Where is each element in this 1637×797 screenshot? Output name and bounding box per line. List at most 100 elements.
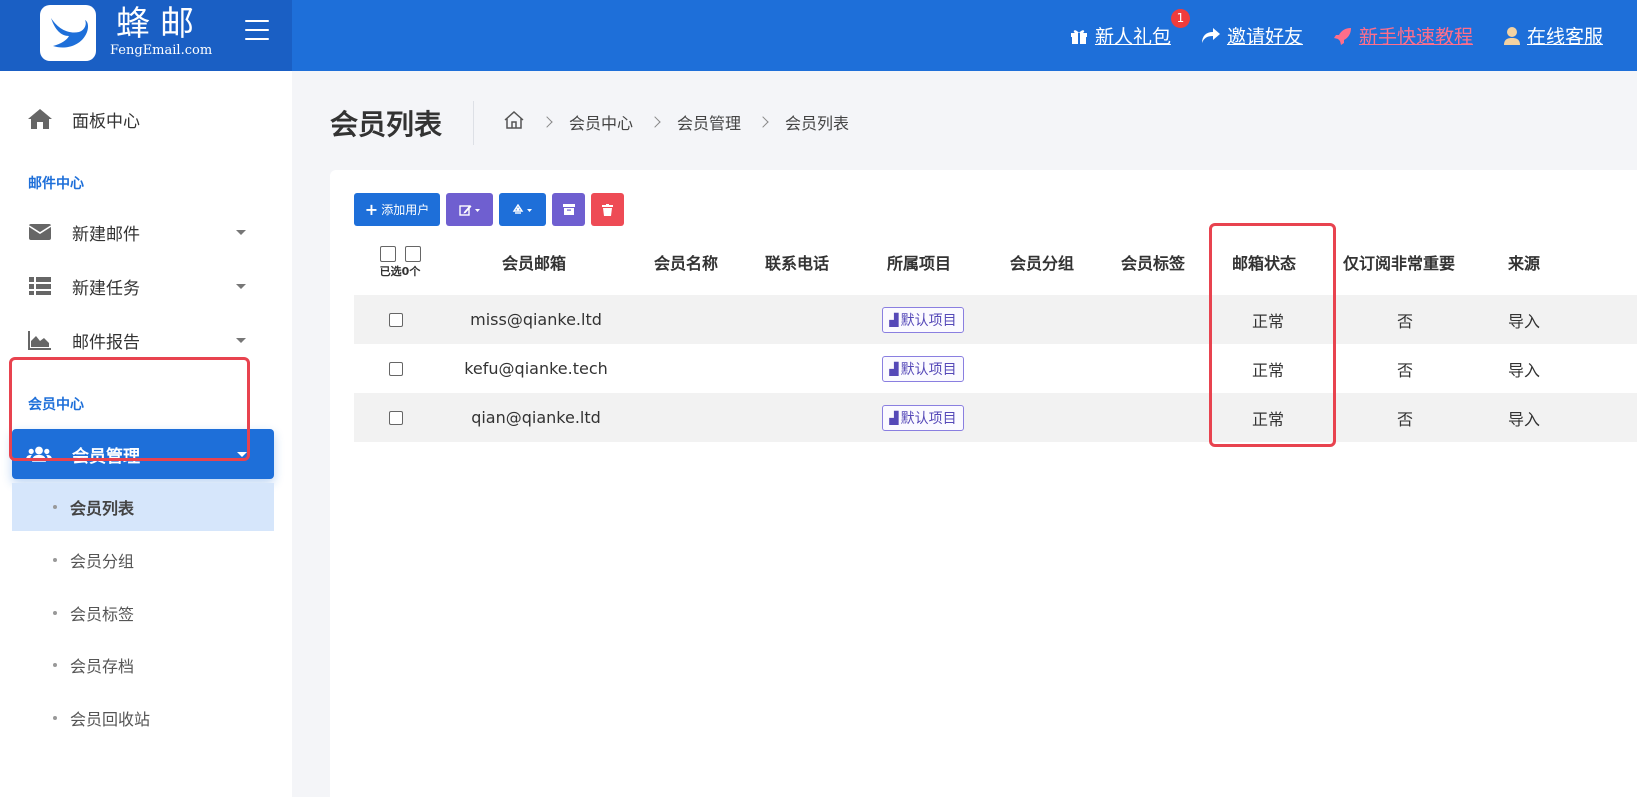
sidebar-sub-label: 会员列表 — [70, 499, 135, 518]
edit-dropdown-button[interactable] — [446, 193, 493, 226]
project-tag[interactable]: ▟ 默认项目 — [882, 355, 964, 382]
column-header-group[interactable]: 会员分组 — [1010, 250, 1074, 274]
cubes-icon: ▟ — [889, 361, 899, 376]
sidebar-sub-member-recycle[interactable]: 会员回收站 — [12, 694, 274, 742]
top-bar: 蜂邮 FengEmail.com 新人礼包 1 邀请好友 新手快速教程 在线客服 — [0, 0, 1637, 71]
column-header-project[interactable]: 所属项目 — [887, 250, 951, 274]
gift-icon — [1070, 29, 1087, 44]
sidebar-sub-label: 会员标签 — [70, 605, 135, 624]
quick-tutorial-link[interactable]: 新手快速教程 — [1333, 22, 1473, 49]
sidebar-sub-member-tag[interactable]: 会员标签 — [12, 589, 274, 637]
bullet-icon — [53, 716, 57, 720]
breadcrumb-member-center[interactable]: 会员中心 — [569, 110, 633, 134]
archive-icon — [562, 204, 575, 215]
column-header-name[interactable]: 会员名称 — [654, 250, 718, 274]
column-header-source[interactable]: 来源 — [1508, 250, 1540, 274]
column-header-important-only[interactable]: 仅订阅非常重要 — [1343, 250, 1455, 274]
list-icon — [27, 275, 53, 297]
breadcrumb-member-list[interactable]: 会员列表 — [785, 110, 849, 134]
sidebar-item-label: 面板中心 — [72, 111, 140, 132]
source-cell: 导入 — [1507, 311, 1540, 331]
important-only-cell: 否 — [1396, 360, 1413, 380]
chevron-down-icon — [236, 337, 246, 343]
bird-logo-icon[interactable] — [40, 5, 96, 61]
sidebar-item-new-mail[interactable]: 新建邮件 — [0, 209, 292, 255]
brand-name: 蜂邮 — [116, 4, 204, 44]
select-all-group: 已选0个 — [375, 246, 425, 279]
sidebar-sub-member-list[interactable]: 会员列表 — [12, 483, 274, 531]
chevron-down-icon — [236, 229, 246, 235]
edit-icon — [458, 204, 480, 216]
area-chart-icon — [27, 329, 53, 351]
chevron-down-icon — [237, 451, 247, 457]
support-link-label: 在线客服 — [1526, 26, 1603, 48]
email-cell: kefu@qianke.tech — [464, 359, 608, 378]
invite-link-label: 邀请好友 — [1226, 26, 1303, 48]
project-cell: ▟ 默认项目 — [873, 344, 973, 393]
toolbar: + 添加用户 — [354, 193, 624, 226]
new-user-gift-link[interactable]: 新人礼包 1 — [1069, 9, 1190, 49]
row-checkbox[interactable] — [389, 410, 403, 425]
sidebar-item-new-task[interactable]: 新建任务 — [0, 263, 292, 309]
selected-count: 已选0个 — [379, 265, 421, 278]
cubes-icon: ▟ — [889, 410, 899, 425]
row-checkbox[interactable] — [389, 361, 403, 376]
invite-friends-link[interactable]: 邀请好友 — [1201, 22, 1303, 49]
home-outline-icon[interactable] — [503, 110, 525, 134]
email-cell: miss@qianke.ltd — [470, 310, 602, 329]
column-header-mailbox-status[interactable]: 邮箱状态 — [1232, 250, 1296, 274]
breadcrumb-member-manage[interactable]: 会员管理 — [677, 110, 741, 134]
archive-button[interactable] — [552, 193, 585, 226]
trash-icon — [602, 203, 613, 216]
chevron-right-icon — [649, 116, 661, 128]
project-tag[interactable]: ▟ 默认项目 — [882, 404, 964, 431]
row-checkbox[interactable] — [389, 312, 403, 327]
users-icon — [26, 443, 52, 465]
add-user-button[interactable]: + 添加用户 — [354, 193, 440, 226]
recycle-dropdown-button[interactable] — [499, 193, 546, 226]
column-header-tag[interactable]: 会员标签 — [1121, 250, 1185, 274]
menu-toggle-icon[interactable] — [245, 20, 269, 44]
bullet-icon — [53, 558, 57, 562]
envelope-icon — [27, 221, 53, 243]
table-row[interactable]: miss@qianke.ltd ▟ 默认项目 正常 否 导入 — [354, 295, 1637, 344]
row-select-cell — [376, 344, 416, 393]
important-only-cell: 否 — [1396, 409, 1413, 429]
delete-button[interactable] — [591, 193, 624, 226]
sidebar-item-label: 邮件报告 — [72, 332, 140, 353]
sidebar-item-mail-report[interactable]: 邮件报告 — [0, 317, 292, 363]
bullet-icon — [53, 611, 57, 615]
top-links: 新人礼包 1 邀请好友 新手快速教程 在线客服 — [1069, 0, 1603, 71]
table-row[interactable]: kefu@qianke.tech ▟ 默认项目 正常 否 导入 — [354, 344, 1637, 393]
select-all-checkbox[interactable] — [379, 246, 396, 262]
gift-link-label: 新人礼包 — [1094, 26, 1171, 48]
row-select-cell — [376, 393, 416, 442]
sidebar-sub-label: 会员存档 — [70, 657, 135, 676]
status-cell: 正常 — [1251, 409, 1284, 429]
breadcrumb: 会员中心 会员管理 会员列表 — [503, 110, 849, 134]
online-support-link[interactable]: 在线客服 — [1503, 22, 1603, 49]
chevron-right-icon — [541, 116, 553, 128]
sidebar: 面板中心 邮件中心 新建邮件 新建任务 邮件报告 会员中心 会员管理 会员列表 … — [0, 71, 292, 797]
project-cell: ▟ 默认项目 — [873, 295, 973, 344]
project-tag-label: 默认项目 — [900, 312, 957, 329]
chevron-down-icon — [236, 283, 246, 289]
sidebar-sub-member-archive[interactable]: 会员存档 — [12, 641, 274, 689]
table-row[interactable]: qian@qianke.ltd ▟ 默认项目 正常 否 导入 — [354, 393, 1637, 442]
sidebar-sub-member-group[interactable]: 会员分组 — [12, 536, 274, 584]
rocket-icon — [1333, 27, 1351, 45]
row-select-cell — [376, 295, 416, 344]
column-header-phone[interactable]: 联系电话 — [765, 250, 829, 274]
home-icon — [27, 108, 53, 130]
invert-select-checkbox[interactable] — [404, 246, 421, 262]
recycle-icon — [512, 203, 532, 214]
sidebar-item-member-manage[interactable]: 会员管理 — [12, 429, 274, 479]
source-cell: 导入 — [1507, 409, 1540, 429]
sidebar-item-label: 新建邮件 — [72, 224, 140, 245]
sidebar-item-label: 会员管理 — [72, 446, 140, 467]
cubes-icon: ▟ — [889, 312, 899, 327]
project-tag-label: 默认项目 — [900, 361, 957, 378]
column-header-email[interactable]: 会员邮箱 — [502, 250, 566, 274]
sidebar-item-dashboard[interactable]: 面板中心 — [0, 96, 292, 142]
project-tag[interactable]: ▟ 默认项目 — [882, 306, 964, 333]
